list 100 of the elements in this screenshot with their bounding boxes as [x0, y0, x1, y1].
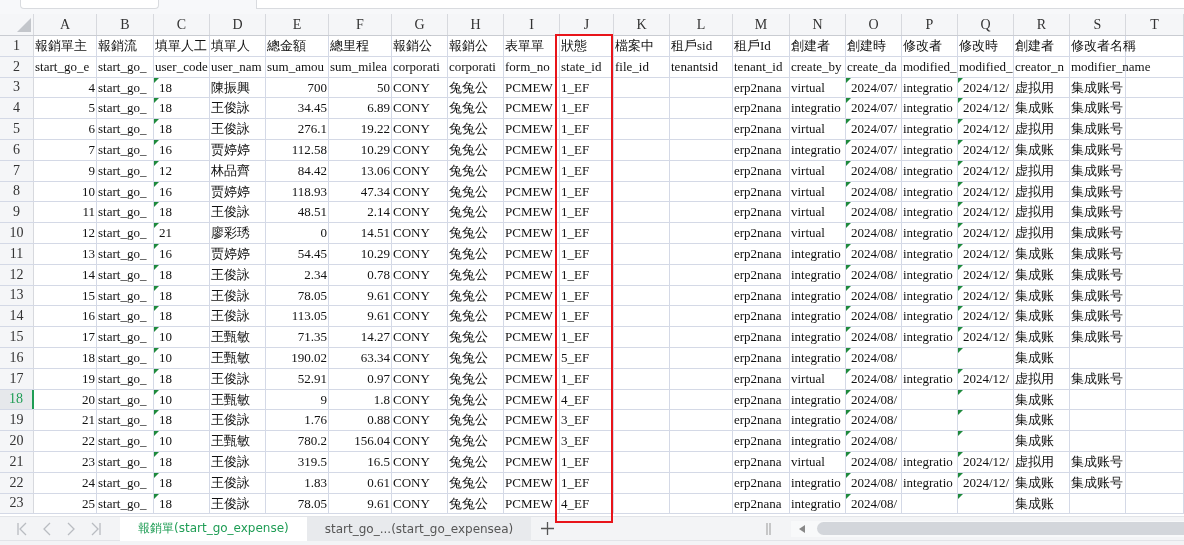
- column-header[interactable]: N: [790, 14, 846, 35]
- table-cell: 王俊詠: [211, 474, 250, 491]
- error-indicator-icon: [154, 368, 159, 374]
- sheet-tab[interactable]: start_go_...(start_go_expensea): [306, 516, 532, 541]
- column-header[interactable]: M: [733, 14, 790, 35]
- column-header[interactable]: C: [154, 14, 210, 35]
- row-header[interactable]: 11: [0, 243, 34, 264]
- table-cell: start_go_: [98, 474, 147, 491]
- first-sheet-icon[interactable]: [16, 521, 28, 536]
- table-cell: 10: [82, 183, 95, 200]
- row-header[interactable]: 14: [0, 306, 34, 327]
- row-header[interactable]: 19: [0, 410, 34, 431]
- row-header[interactable]: 22: [0, 472, 34, 493]
- error-indicator-icon: [846, 202, 851, 208]
- formula-field[interactable]: [256, 0, 1184, 9]
- row-header[interactable]: 2: [0, 56, 34, 77]
- row-header[interactable]: 20: [0, 431, 34, 451]
- column-header[interactable]: I: [504, 14, 560, 35]
- table-cell: PCMEW: [505, 183, 553, 200]
- column-header[interactable]: O: [846, 14, 902, 35]
- table-cell: 王俊詠: [211, 370, 250, 387]
- error-indicator-icon: [154, 431, 159, 437]
- row-header[interactable]: 12: [0, 264, 34, 285]
- error-indicator-icon: [958, 431, 963, 437]
- select-all-icon[interactable]: [17, 18, 31, 32]
- horizontal-scrollbar[interactable]: [791, 520, 1184, 537]
- error-indicator-icon: [958, 327, 963, 333]
- table-cell: 1_EF: [561, 162, 590, 179]
- row-header[interactable]: 6: [0, 140, 34, 160]
- column-header[interactable]: Q: [958, 14, 1014, 35]
- row-header[interactable]: 5: [0, 119, 34, 139]
- table-cell: PCMEW: [505, 370, 553, 387]
- column-header[interactable]: T: [1126, 14, 1184, 35]
- table-cell: 18: [159, 100, 172, 117]
- table-cell: 集成账号: [1071, 287, 1123, 304]
- table-cell: 9: [88, 162, 95, 179]
- table-cell: 租戶sid: [671, 38, 713, 54]
- column-header[interactable]: F: [329, 14, 392, 35]
- table-cell: CONY: [393, 79, 430, 96]
- row-header[interactable]: 10: [0, 223, 34, 243]
- row-header[interactable]: 21: [0, 451, 34, 472]
- table-cell: 修改者: [903, 38, 942, 54]
- table-cell: 118.93: [291, 183, 327, 200]
- table-cell: start_go_: [98, 266, 147, 283]
- table-cell: virtual: [791, 162, 825, 179]
- table-cell: 0: [320, 225, 327, 241]
- row-header[interactable]: 15: [0, 327, 34, 347]
- scroll-left-icon[interactable]: [799, 524, 805, 533]
- row-header[interactable]: 4: [0, 98, 34, 119]
- scroll-thumb[interactable]: [817, 522, 1184, 535]
- table-cell: integratio: [903, 266, 953, 283]
- table-cell: 63.34: [360, 350, 390, 366]
- row-header[interactable]: 8: [0, 181, 34, 202]
- table-cell: erp2nana: [734, 225, 782, 241]
- table-cell: 集成账: [1015, 391, 1054, 408]
- table-cell: 14: [82, 266, 95, 283]
- error-indicator-icon: [846, 368, 851, 374]
- column-header[interactable]: R: [1014, 14, 1070, 35]
- row-header[interactable]: 7: [0, 160, 34, 181]
- row-header[interactable]: 9: [0, 202, 34, 223]
- table-cell: 總金額: [267, 38, 306, 54]
- row-header[interactable]: 17: [0, 368, 34, 389]
- name-box[interactable]: [20, 0, 159, 9]
- row-header[interactable]: 23: [0, 493, 34, 514]
- table-cell: 1.8: [373, 391, 390, 408]
- last-sheet-icon[interactable]: [90, 521, 102, 536]
- table-cell: 2024/07/: [851, 79, 898, 96]
- chevron-right-icon[interactable]: [66, 521, 76, 536]
- table-cell: form_no: [505, 58, 550, 75]
- column-header[interactable]: B: [97, 14, 154, 35]
- row-header[interactable]: 3: [0, 77, 34, 98]
- table-cell: 兔兔公: [449, 225, 488, 241]
- table-cell: 6.89: [367, 100, 390, 117]
- column-header[interactable]: H: [448, 14, 504, 35]
- column-header[interactable]: L: [670, 14, 733, 35]
- column-header[interactable]: E: [266, 14, 329, 35]
- chevron-left-icon[interactable]: [42, 521, 52, 536]
- column-header[interactable]: D: [210, 14, 266, 35]
- row-header[interactable]: 13: [0, 285, 34, 306]
- column-header[interactable]: G: [392, 14, 448, 35]
- error-indicator-icon: [846, 264, 851, 270]
- sheet-tab[interactable]: 報銷單(start_go_expense): [120, 516, 307, 541]
- add-sheet-icon[interactable]: [541, 522, 555, 535]
- error-indicator-icon: [846, 98, 851, 104]
- table-cell: 18: [159, 412, 172, 429]
- column-header[interactable]: A: [34, 14, 97, 35]
- table-cell: 1_EF: [561, 370, 590, 387]
- table-cell: PCMEW: [505, 204, 553, 221]
- table-cell: 填單人: [211, 38, 250, 54]
- table-cell: 2024/12/: [963, 162, 1010, 179]
- row-header[interactable]: 16: [0, 347, 34, 368]
- table-cell: 16: [159, 142, 172, 158]
- column-header[interactable]: K: [614, 14, 670, 35]
- row-header[interactable]: 1: [0, 36, 34, 56]
- table-cell: 2024/12/: [963, 183, 1010, 200]
- column-header[interactable]: S: [1070, 14, 1126, 35]
- splitter-handle-icon[interactable]: [766, 522, 771, 535]
- column-header[interactable]: J: [560, 14, 614, 35]
- column-header[interactable]: P: [902, 14, 958, 35]
- table-cell: PCMEW: [505, 246, 553, 262]
